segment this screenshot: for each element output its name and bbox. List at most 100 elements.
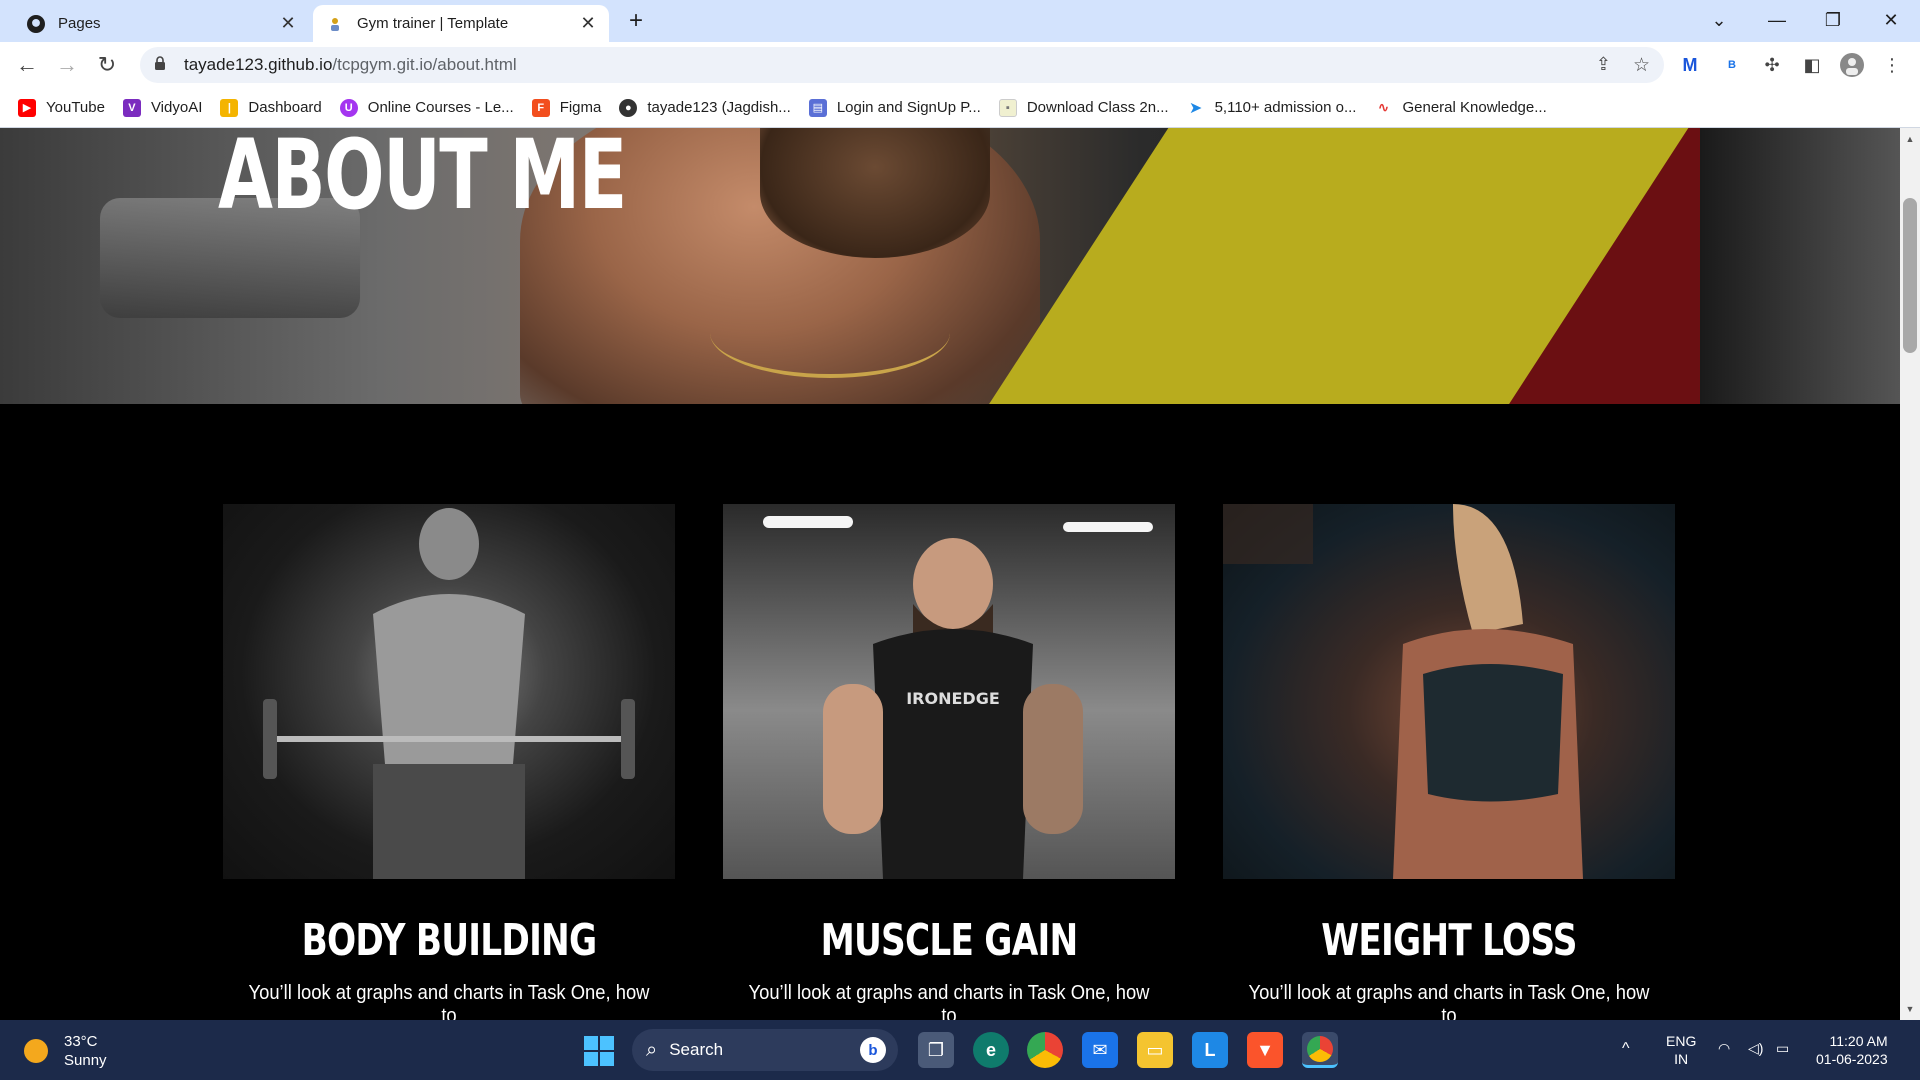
page-icon: ▪ bbox=[998, 98, 1017, 117]
site-favicon-icon bbox=[325, 14, 345, 34]
scroll-up-icon[interactable]: ▲ bbox=[1900, 130, 1920, 148]
browser-chrome: Pages ✕ Gym trainer | Template ✕ + ⌄ — ❐… bbox=[0, 0, 1920, 128]
chevron-up-icon[interactable]: ^ bbox=[1622, 1040, 1630, 1058]
scroll-down-icon[interactable]: ▼ bbox=[1900, 1000, 1920, 1018]
profile-avatar[interactable] bbox=[1838, 51, 1866, 79]
bookmark-vidyoai[interactable]: V VidyoAI bbox=[122, 98, 203, 117]
page-icon: ∿ bbox=[1377, 99, 1390, 115]
card-text: You’ll look at graphs and charts in Task… bbox=[248, 982, 650, 1020]
bookmark-online-courses[interactable]: U Online Courses - Le... bbox=[339, 98, 514, 117]
card-title: BODY BUILDING bbox=[301, 915, 598, 966]
bookmark-login-signup[interactable]: ▤ Login and SignUp P... bbox=[808, 98, 981, 117]
chrome-icon[interactable] bbox=[1027, 1032, 1063, 1068]
youtube-icon: ▶ bbox=[18, 98, 36, 117]
scrollbar-thumb[interactable] bbox=[1903, 198, 1917, 353]
chrome-active-icon[interactable] bbox=[1302, 1032, 1338, 1068]
new-tab-button[interactable]: + bbox=[622, 7, 650, 35]
minimize-icon[interactable]: — bbox=[1752, 4, 1802, 36]
file-explorer-icon[interactable]: ▭ bbox=[1137, 1032, 1173, 1068]
bookmark-download-class[interactable]: ▪ Download Class 2n... bbox=[998, 98, 1169, 117]
bookmark-label: Dashboard bbox=[248, 99, 322, 116]
toolbar: ← → ↻ tayade123.github.io/tcpgym.git.io/… bbox=[0, 42, 1920, 88]
restore-icon[interactable]: ❐ bbox=[1808, 4, 1858, 36]
bookmark-dashboard[interactable]: | Dashboard bbox=[220, 98, 322, 117]
share-icon[interactable]: ⇪ bbox=[1596, 54, 1611, 77]
bookmark-general-knowledge[interactable]: ∿ General Knowledge... bbox=[1374, 99, 1547, 117]
windows-taskbar: 33°C Sunny ⌕ Search b ❐ e ✉ ▭ L ▼ ^ ENG … bbox=[0, 1020, 1920, 1080]
close-icon[interactable]: ✕ bbox=[275, 11, 301, 37]
bookmark-youtube[interactable]: ▶ YouTube bbox=[18, 98, 105, 117]
forward-icon[interactable]: → bbox=[52, 50, 82, 80]
bookmark-label: 5,110+ admission o... bbox=[1214, 99, 1357, 116]
brave-icon[interactable]: ▼ bbox=[1247, 1032, 1283, 1068]
edge-icon[interactable]: e bbox=[973, 1032, 1009, 1068]
bookmark-github[interactable]: ● tayade123 (Jagdish... bbox=[619, 98, 791, 117]
arrow-icon: ➤ bbox=[1188, 99, 1203, 117]
hero-dark-edge bbox=[1700, 128, 1900, 404]
page-scrollbar[interactable]: ▲ ▼ bbox=[1900, 128, 1920, 1020]
service-card-muscle-gain: IRONEDGE MUSCLE GAIN You’ll look at grap… bbox=[723, 504, 1175, 1020]
figma-icon: F bbox=[531, 98, 550, 117]
chevron-down-icon[interactable]: ⌄ bbox=[1694, 4, 1744, 36]
close-window-icon[interactable]: ✕ bbox=[1866, 4, 1916, 36]
card-text: You’ll look at graphs and charts in Task… bbox=[748, 982, 1150, 1020]
udemy-icon: U bbox=[339, 98, 358, 117]
battery-icon[interactable]: ▭ bbox=[1776, 1040, 1789, 1057]
tab-pages[interactable]: Pages ✕ bbox=[14, 5, 309, 42]
extensions-puzzle-icon[interactable]: ✣ bbox=[1758, 51, 1786, 79]
bookmark-label: Login and SignUp P... bbox=[836, 99, 981, 116]
tab-strip: Pages ✕ Gym trainer | Template ✕ + ⌄ — ❐… bbox=[0, 0, 1920, 42]
back-icon[interactable]: ← bbox=[12, 50, 42, 80]
vidyoai-icon: V bbox=[122, 98, 141, 117]
bookmark-label: Download Class 2n... bbox=[1026, 99, 1169, 116]
search-icon: ⌕ bbox=[646, 1038, 658, 1061]
mail-icon[interactable]: ✉ bbox=[1082, 1032, 1118, 1068]
taskbar-search[interactable]: ⌕ Search b bbox=[632, 1029, 898, 1071]
language-indicator[interactable]: ENG IN bbox=[1666, 1032, 1696, 1068]
tab-gym-trainer[interactable]: Gym trainer | Template ✕ bbox=[313, 5, 609, 42]
bookmark-label: tayade123 (Jagdish... bbox=[647, 99, 791, 116]
clock[interactable]: 11:20 AM 01-06-2023 bbox=[1816, 1032, 1888, 1068]
kebab-menu-icon[interactable]: ⋮ bbox=[1878, 51, 1906, 79]
windows-start-icon[interactable] bbox=[584, 1036, 614, 1066]
tab-label: Gym trainer | Template bbox=[357, 15, 509, 32]
hero-banner: ABOUT ME bbox=[0, 128, 1900, 404]
search-label: Search bbox=[669, 1040, 724, 1059]
service-card-weight-loss: WEIGHT LOSS You’ll look at graphs and ch… bbox=[1223, 504, 1675, 1020]
region-code: IN bbox=[1674, 1051, 1689, 1067]
github-icon bbox=[26, 14, 46, 34]
clock-time: 11:20 AM bbox=[1829, 1033, 1888, 1049]
extension-b-icon[interactable]: B bbox=[1718, 51, 1746, 79]
malwarebytes-icon[interactable]: M bbox=[1676, 51, 1704, 79]
bookmark-label: VidyoAI bbox=[150, 99, 203, 116]
bookmark-label: General Knowledge... bbox=[1402, 99, 1547, 116]
weather-condition: Sunny bbox=[64, 1052, 107, 1069]
close-icon[interactable]: ✕ bbox=[575, 11, 601, 37]
bookmark-star-icon[interactable]: ☆ bbox=[1633, 54, 1650, 77]
url-path: /tcpgym.git.io/about.html bbox=[332, 55, 517, 74]
card-text: You’ll look at graphs and charts in Task… bbox=[1248, 982, 1650, 1020]
tab-label: Pages bbox=[58, 15, 101, 32]
bookmark-label: Figma bbox=[559, 99, 602, 116]
page-icon: ▤ bbox=[808, 98, 827, 117]
side-panel-icon[interactable]: ◧ bbox=[1798, 51, 1826, 79]
bookmark-figma[interactable]: F Figma bbox=[531, 98, 602, 117]
lock-icon bbox=[154, 55, 170, 75]
reload-icon[interactable]: ↻ bbox=[92, 50, 122, 80]
shirt-logo-graphic: IRONEDGE bbox=[906, 689, 1000, 708]
body-building-image bbox=[223, 504, 675, 879]
l-app-icon[interactable]: L bbox=[1192, 1032, 1228, 1068]
bookmark-admission[interactable]: ➤ 5,110+ admission o... bbox=[1187, 99, 1357, 117]
card-title: WEIGHT LOSS bbox=[1321, 915, 1577, 966]
card-title: MUSCLE GAIN bbox=[820, 915, 1079, 966]
sun-icon bbox=[24, 1039, 48, 1063]
github-icon: ● bbox=[619, 98, 638, 117]
omnibox-actions: ⇪ ☆ bbox=[1596, 54, 1650, 77]
volume-icon[interactable]: ◁) bbox=[1748, 1040, 1763, 1057]
bookmarks-bar: ▶ YouTube V VidyoAI | Dashboard U Online… bbox=[0, 88, 1920, 128]
dashboard-icon: | bbox=[220, 98, 239, 117]
weather-widget[interactable]: 33°C Sunny bbox=[24, 1032, 107, 1070]
address-bar[interactable]: tayade123.github.io/tcpgym.git.io/about.… bbox=[140, 47, 1664, 83]
task-view-icon[interactable]: ❐ bbox=[918, 1032, 954, 1068]
wifi-icon[interactable]: ◠ bbox=[1718, 1040, 1730, 1057]
